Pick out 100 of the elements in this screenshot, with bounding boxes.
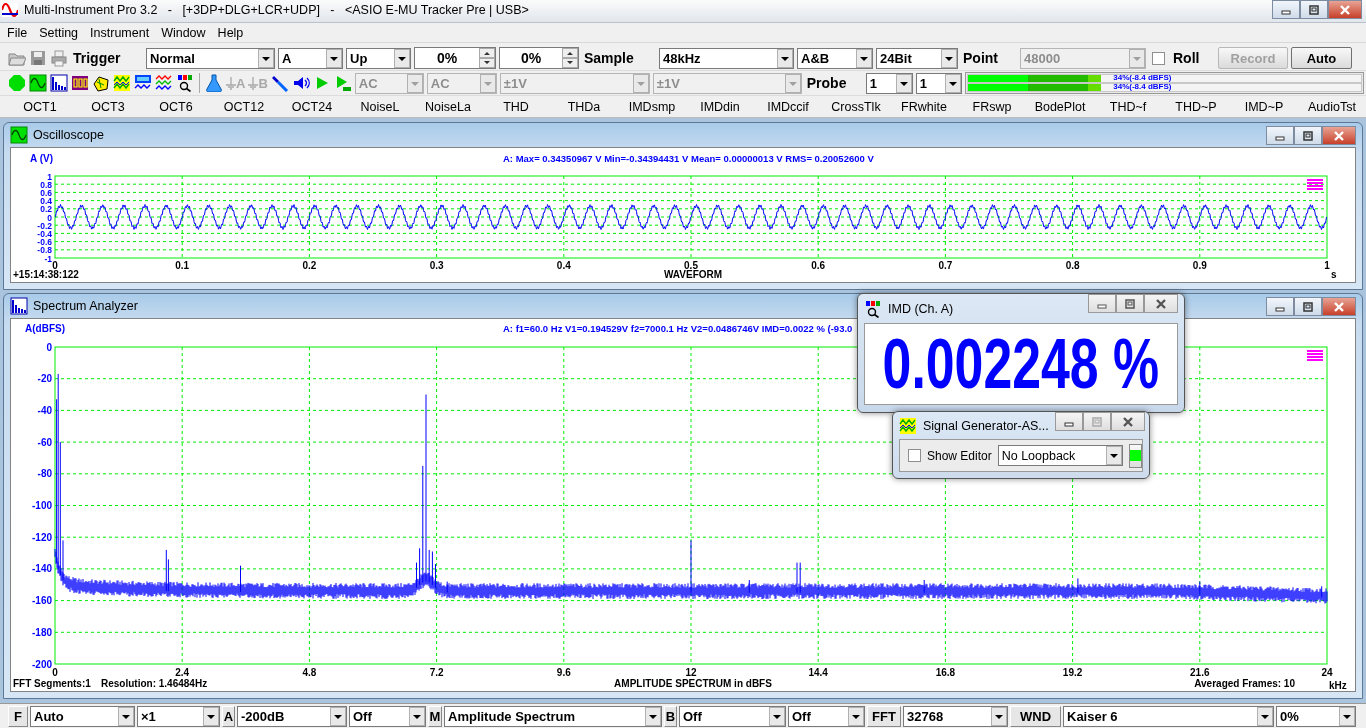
menu-item[interactable]: Window: [155, 24, 212, 41]
caret-icon[interactable]: [1339, 706, 1355, 726]
instrument-tab[interactable]: THDa: [550, 99, 618, 114]
caret-icon[interactable]: [856, 48, 872, 68]
dropdown[interactable]: Off: [349, 705, 426, 727]
maximize-button[interactable]: [1116, 294, 1144, 313]
instrument-tab[interactable]: OCT1: [6, 99, 74, 114]
magnifier-icon[interactable]: [176, 74, 194, 92]
caret-icon[interactable]: [769, 706, 785, 726]
instrument-tab[interactable]: THD~P: [1162, 99, 1230, 114]
probe-icon[interactable]: [270, 74, 289, 92]
spinner-arrows-icon[interactable]: [562, 48, 578, 68]
close-button[interactable]: [1144, 294, 1178, 313]
run-button[interactable]: [1128, 443, 1142, 468]
toolbar-button[interactable]: Auto: [1291, 47, 1352, 69]
caret-icon[interactable]: [991, 706, 1007, 726]
surface-plot-icon[interactable]: [92, 74, 110, 92]
bar-chart-icon[interactable]: [50, 74, 68, 92]
bar-chart-icon[interactable]: [10, 297, 28, 315]
spin-field[interactable]: 0%: [499, 47, 579, 69]
close-button[interactable]: [1322, 126, 1356, 145]
caret-icon[interactable]: [895, 73, 912, 93]
instrument-tab[interactable]: BodePlot: [1026, 99, 1094, 114]
caret-icon[interactable]: [1257, 706, 1273, 726]
flask-icon[interactable]: [205, 74, 223, 92]
caret-icon[interactable]: [941, 48, 957, 68]
waveform-icon[interactable]: [899, 416, 917, 435]
dropdown[interactable]: Up: [346, 47, 411, 69]
dropdown[interactable]: Normal: [146, 47, 275, 69]
instrument-tab[interactable]: IMDdin: [686, 99, 754, 114]
menu-item[interactable]: File: [1, 24, 34, 41]
print-icon[interactable]: [50, 49, 68, 67]
speaker-icon[interactable]: [291, 74, 310, 92]
caret-icon[interactable]: [330, 706, 346, 726]
caret-icon[interactable]: [848, 706, 864, 726]
instrument-tab[interactable]: THD~f: [1094, 99, 1162, 114]
dropdown[interactable]: 24Bit: [876, 47, 958, 69]
caret-icon[interactable]: [645, 706, 661, 726]
instrument-tab[interactable]: FRswp: [958, 99, 1026, 114]
instrument-tab[interactable]: IMDccif: [754, 99, 822, 114]
spinner-arrows-icon[interactable]: [479, 48, 495, 68]
multi-wave-icon[interactable]: [155, 74, 173, 92]
minimize-button[interactable]: [1088, 294, 1116, 313]
checkbox[interactable]: [908, 449, 921, 462]
dropdown[interactable]: Off: [788, 705, 865, 727]
menu-item[interactable]: Setting: [33, 24, 85, 41]
caret-icon[interactable]: [944, 73, 961, 93]
caret-icon[interactable]: [326, 48, 342, 68]
maximize-button[interactable]: [1300, 0, 1328, 19]
instrument-tab[interactable]: NoiseL: [346, 99, 414, 114]
waveform-icon[interactable]: [113, 74, 131, 92]
instrument-tab[interactable]: OCT24: [278, 99, 346, 114]
instrument-tab[interactable]: FRwhite: [890, 99, 958, 114]
dropdown[interactable]: 1: [865, 72, 913, 94]
save-icon[interactable]: [29, 49, 47, 67]
dropdown[interactable]: ×1: [137, 705, 220, 727]
dropdown[interactable]: 32768: [903, 705, 1008, 727]
menu-item[interactable]: Instrument: [84, 24, 156, 41]
instrument-tab[interactable]: OCT6: [142, 99, 210, 114]
instrument-tab[interactable]: THD: [482, 99, 550, 114]
dropdown[interactable]: Kaiser 6: [1063, 705, 1274, 727]
close-button[interactable]: [1322, 297, 1356, 316]
dropdown[interactable]: Off: [679, 705, 786, 727]
caret-icon[interactable]: [394, 48, 410, 68]
instrument-tab[interactable]: IMDsmp: [618, 99, 686, 114]
sine-wave-icon[interactable]: [10, 126, 28, 144]
dropdown[interactable]: A: [278, 47, 343, 69]
digital-display-icon[interactable]: [71, 74, 89, 92]
close-button[interactable]: [1110, 412, 1145, 431]
minimize-button[interactable]: [1272, 0, 1300, 19]
caret-icon[interactable]: [203, 706, 219, 726]
minimize-button[interactable]: [1266, 126, 1294, 145]
magnifier-icon[interactable]: [864, 299, 882, 318]
dropdown[interactable]: 48kHz: [659, 47, 794, 69]
maximize-button[interactable]: [1294, 297, 1322, 316]
maximize-button[interactable]: [1294, 126, 1322, 145]
minimize-button[interactable]: [1266, 297, 1294, 316]
caret-icon[interactable]: [777, 48, 793, 68]
dropdown[interactable]: 0%: [1276, 705, 1356, 727]
checkbox[interactable]: [1152, 51, 1165, 65]
caret-icon[interactable]: [258, 48, 274, 68]
menu-item[interactable]: Help: [211, 24, 250, 41]
dropdown[interactable]: Amplitude Spectrum: [444, 705, 662, 727]
sine-wave-icon[interactable]: [29, 74, 47, 92]
spin-field[interactable]: 0%: [414, 47, 496, 69]
dropdown[interactable]: 1: [915, 72, 962, 94]
instrument-tab[interactable]: OCT3: [74, 99, 142, 114]
instrument-tab[interactable]: AudioTst: [1298, 99, 1366, 114]
dropdown[interactable]: -200dB: [237, 705, 347, 727]
instrument-tab[interactable]: NoiseLa: [414, 99, 482, 114]
instrument-tab[interactable]: IMD~P: [1230, 99, 1298, 114]
close-button[interactable]: [1328, 0, 1362, 19]
instrument-tab[interactable]: CrossTlk: [822, 99, 890, 114]
dropdown[interactable]: No Loopback: [997, 445, 1123, 466]
instrument-tab[interactable]: OCT12: [210, 99, 278, 114]
dropdown[interactable]: A&B: [797, 47, 873, 69]
dropdown[interactable]: Auto: [30, 705, 135, 727]
caret-icon[interactable]: [118, 706, 134, 726]
caret-icon[interactable]: [1105, 446, 1122, 465]
minimize-button[interactable]: [1054, 412, 1083, 431]
